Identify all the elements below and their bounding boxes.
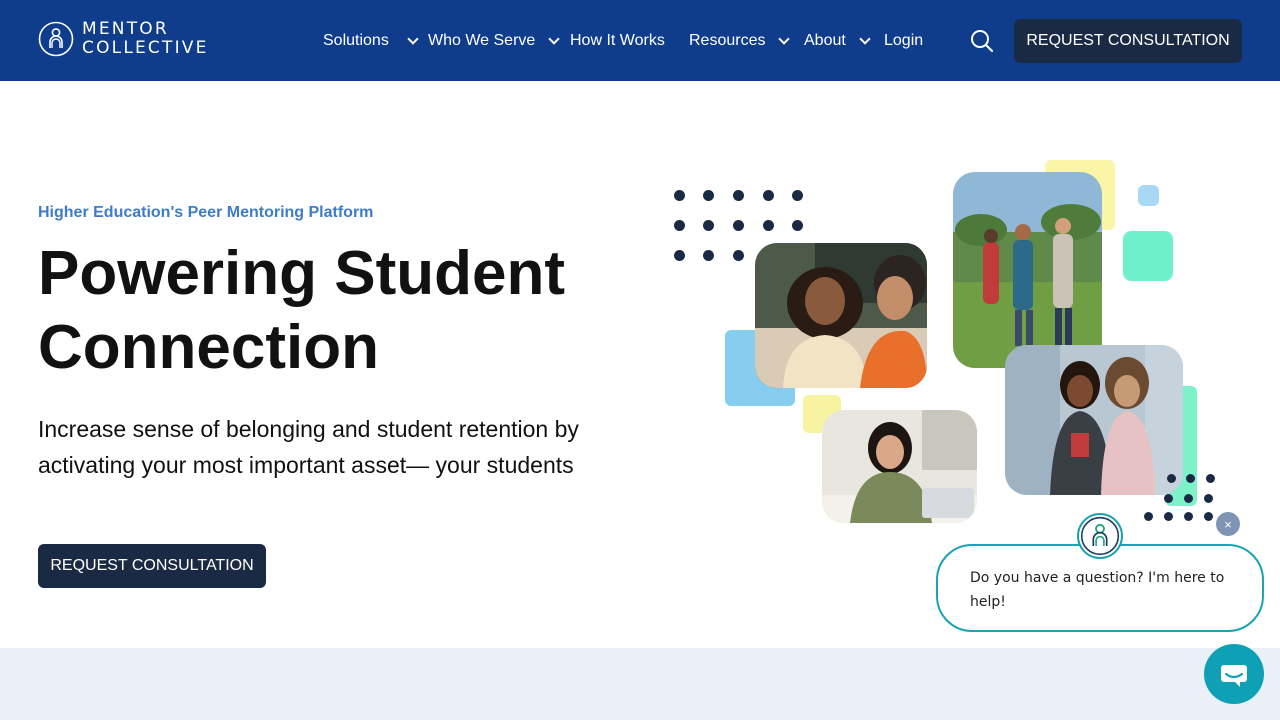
nav-item-login[interactable]: Login (884, 29, 923, 53)
hero-eyebrow: Higher Education's Peer Mentoring Platfo… (38, 204, 374, 221)
mentor-collective-logo-icon (1080, 516, 1120, 556)
mint-square-decoration (1123, 231, 1173, 281)
logo-line-2: COLLECTIVE (82, 38, 209, 58)
nav-label-resources: Resources (689, 32, 766, 49)
nav-item-resources[interactable]: Resources (689, 29, 791, 53)
hero-photo-collage (660, 150, 1250, 540)
nav-label-who-we-serve: Who We Serve (428, 32, 536, 49)
hero-headline-line-2: Connection (38, 313, 379, 382)
nav-item-who-we-serve[interactable]: Who We Serve (428, 29, 560, 53)
hero-headline-line-1: Powering Student (38, 239, 565, 308)
nav-label-solutions: Solutions (323, 32, 389, 49)
search-icon (971, 30, 994, 53)
nav-item-about[interactable]: About (804, 29, 871, 53)
close-icon: × (1224, 516, 1232, 532)
chevron-down-icon (548, 33, 560, 45)
chevron-down-icon (407, 33, 419, 45)
chat-bot-avatar (1077, 513, 1123, 559)
hero-subhead: Increase sense of belonging and student … (38, 416, 579, 478)
dot-grid-decoration-bottom (1138, 474, 1228, 524)
next-section-band (0, 648, 1280, 720)
logo[interactable]: MENTOR COLLECTIVE (38, 20, 209, 58)
chat-bubble-icon (1221, 665, 1247, 687)
logo-wordmark: MENTOR COLLECTIVE (82, 20, 209, 58)
site-header: MENTOR COLLECTIVE Solutions Who We Serve… (0, 0, 1280, 81)
chevron-down-icon (859, 33, 871, 45)
photo-student-studying (822, 410, 977, 523)
nav-label-login: Login (884, 32, 924, 49)
nav-label-how-it-works: How It Works (570, 32, 665, 49)
blue-square-decoration (1138, 185, 1159, 206)
chat-launcher-button[interactable] (1204, 644, 1264, 704)
photo-students-walking (953, 172, 1102, 368)
chat-close-button[interactable]: × (1216, 512, 1240, 536)
hero-headline: Powering Student Connection (38, 237, 598, 385)
nav-item-how-it-works[interactable]: How It Works (570, 29, 665, 53)
chevron-down-icon (778, 33, 791, 45)
mentor-collective-logo-icon (38, 21, 74, 57)
search-button[interactable] (970, 29, 994, 53)
nav-item-solutions[interactable]: Solutions (323, 29, 419, 53)
hero-request-consultation-button[interactable]: REQUEST CONSULTATION (38, 544, 266, 588)
header-request-consultation-button[interactable]: REQUEST CONSULTATION (1014, 19, 1242, 63)
nav-label-about: About (804, 32, 846, 49)
logo-line-1: MENTOR (82, 19, 169, 39)
photo-students-talking (755, 243, 927, 388)
chat-prompt-text: Do you have a question? I'm here to help… (970, 570, 1225, 610)
photo-students-hallway (1005, 345, 1183, 495)
